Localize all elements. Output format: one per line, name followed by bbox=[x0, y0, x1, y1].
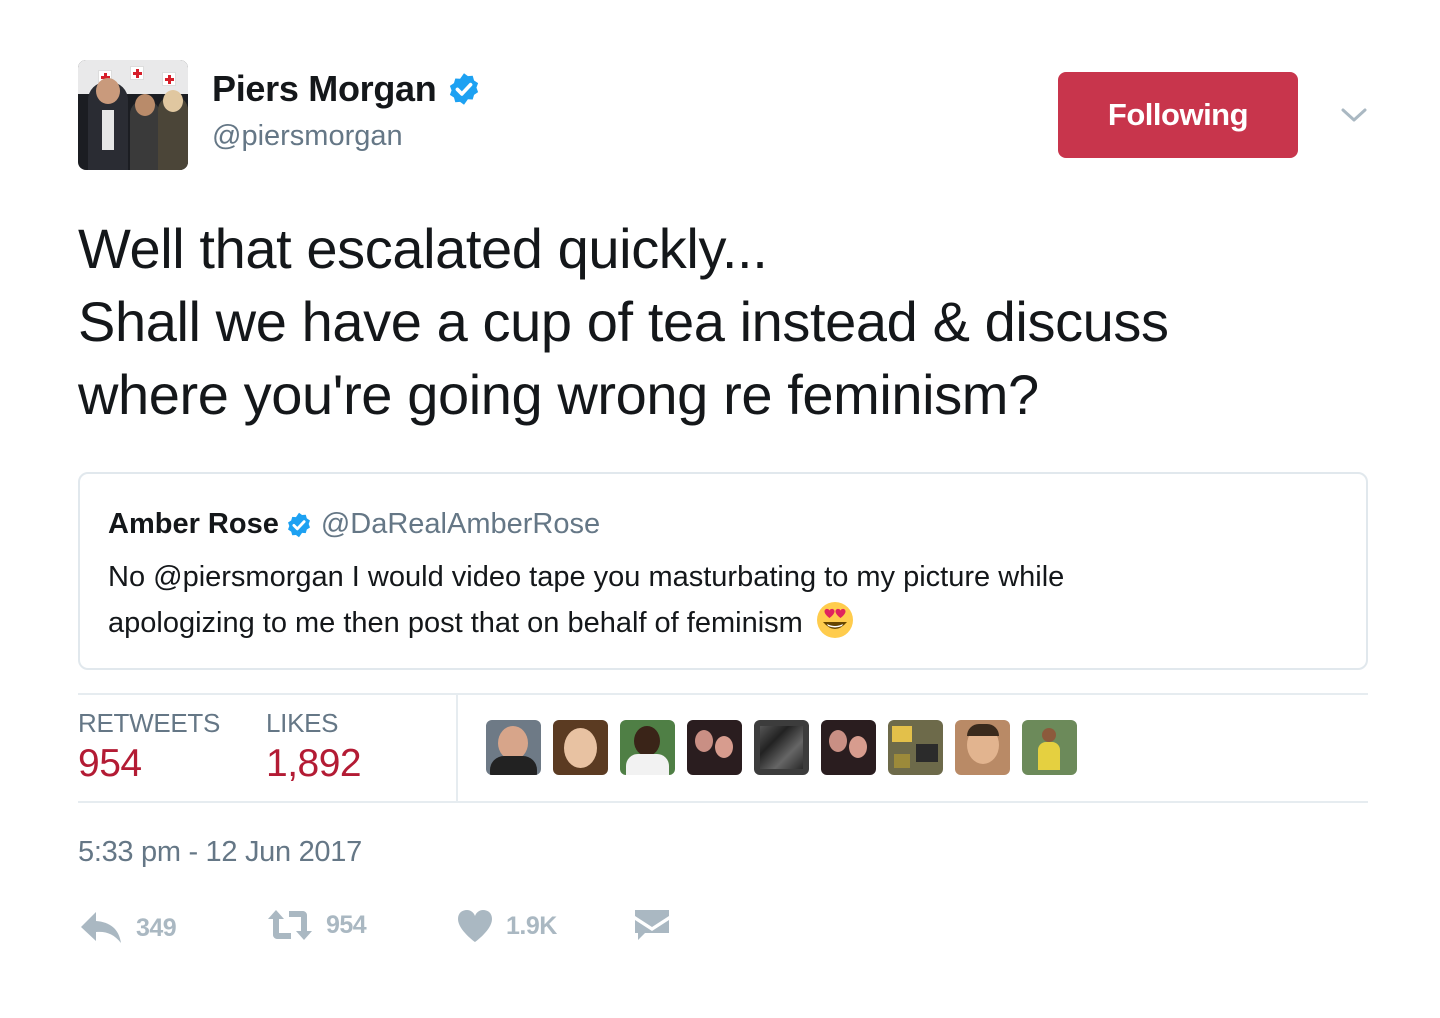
quoted-author-name: Amber Rose bbox=[108, 508, 279, 540]
likes-count[interactable]: 1,892 bbox=[266, 742, 362, 786]
reply-icon bbox=[81, 912, 121, 943]
heart-icon bbox=[458, 910, 492, 942]
liker-avatar[interactable] bbox=[620, 720, 675, 775]
like-count: 1.9K bbox=[506, 911, 557, 940]
quoted-tweet-text: No @piersmorgan I would video tape you m… bbox=[108, 554, 1338, 646]
quoted-author-handle: @DaRealAmberRose bbox=[320, 508, 601, 540]
divider bbox=[456, 694, 458, 802]
retweet-count: 954 bbox=[326, 910, 367, 939]
verified-badge-icon bbox=[287, 512, 310, 537]
liker-avatar[interactable] bbox=[1022, 720, 1077, 775]
liker-avatar[interactable] bbox=[888, 720, 943, 775]
direct-message-button[interactable] bbox=[634, 908, 670, 942]
quoted-tweet-header: Amber Rose @DaRealAmberRose bbox=[108, 508, 600, 541]
quoted-text-line-with-emoji: apologizing to me then post that on beha… bbox=[108, 600, 1338, 646]
retweet-button[interactable]: 954 bbox=[266, 908, 367, 942]
tweet-text-line: Shall we have a cup of tea instead & dis… bbox=[78, 290, 1169, 353]
quoted-text-line: apologizing to me then post that on beha… bbox=[108, 607, 803, 639]
tweet-text-line: where you're going wrong re feminism? bbox=[78, 363, 1039, 426]
tweet-text-line: Well that escalated quickly... bbox=[78, 217, 768, 280]
author-handle[interactable]: @piersmorgan bbox=[212, 120, 403, 153]
verified-badge-icon bbox=[450, 73, 479, 105]
tweet-timestamp[interactable]: 5:33 pm - 12 Jun 2017 bbox=[78, 836, 362, 869]
likes-label[interactable]: LIKES bbox=[266, 708, 339, 739]
liker-avatar[interactable] bbox=[955, 720, 1010, 775]
following-button[interactable]: Following bbox=[1058, 72, 1298, 158]
author-avatar[interactable] bbox=[78, 60, 188, 170]
like-button[interactable]: 1.9K bbox=[456, 908, 557, 944]
author-name-row[interactable]: Piers Morgan bbox=[212, 68, 482, 110]
liker-avatars bbox=[486, 720, 1089, 775]
chevron-down-icon[interactable] bbox=[1340, 105, 1368, 125]
tweet-text: Well that escalated quickly... Shall we … bbox=[78, 212, 1368, 431]
author-name[interactable]: Piers Morgan bbox=[212, 68, 437, 110]
envelope-icon bbox=[635, 910, 669, 940]
retweets-label[interactable]: RETWEETS bbox=[78, 708, 220, 739]
divider bbox=[78, 693, 1368, 695]
quoted-text-line: No @piersmorgan I would video tape you m… bbox=[108, 561, 1065, 593]
reply-button[interactable]: 349 bbox=[78, 908, 177, 948]
retweets-count[interactable]: 954 bbox=[78, 742, 142, 786]
heart-eyes-emoji-icon bbox=[816, 602, 853, 638]
reply-count: 349 bbox=[136, 913, 177, 942]
liker-avatar[interactable] bbox=[486, 720, 541, 775]
retweet-icon bbox=[268, 910, 312, 940]
liker-avatar[interactable] bbox=[553, 720, 608, 775]
liker-avatar[interactable] bbox=[687, 720, 742, 775]
liker-avatar[interactable] bbox=[821, 720, 876, 775]
divider bbox=[78, 801, 1368, 803]
quoted-tweet-card[interactable]: Amber Rose @DaRealAmberRose No @piersmor… bbox=[78, 472, 1368, 670]
liker-avatar[interactable] bbox=[754, 720, 809, 775]
